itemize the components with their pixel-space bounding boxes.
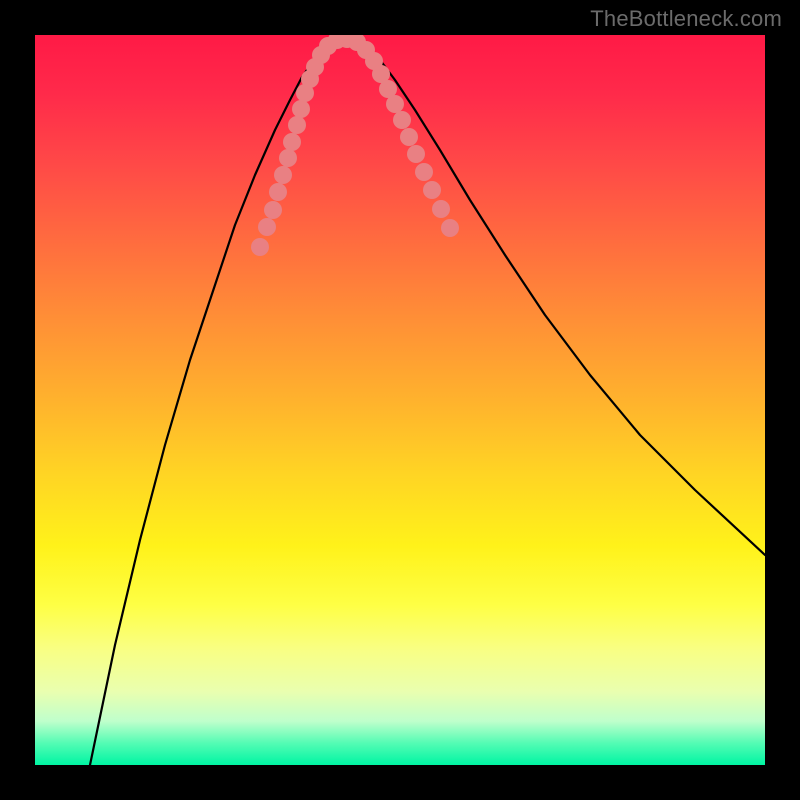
highlight-dot [283, 133, 301, 151]
bottleneck-curve [90, 38, 765, 765]
highlight-dot [269, 183, 287, 201]
highlight-dot [292, 100, 310, 118]
chart-frame: TheBottleneck.com [0, 0, 800, 800]
highlight-dot [258, 218, 276, 236]
highlight-dot [386, 95, 404, 113]
highlight-dot [264, 201, 282, 219]
highlight-dot [441, 219, 459, 237]
highlight-dot [393, 111, 411, 129]
highlight-dot [423, 181, 441, 199]
plot-area [35, 35, 765, 765]
watermark-text: TheBottleneck.com [590, 6, 782, 32]
highlight-dot [407, 145, 425, 163]
highlight-dot [274, 166, 292, 184]
curve-layer [35, 35, 765, 765]
highlight-dot [432, 200, 450, 218]
highlight-dots [251, 35, 459, 256]
highlight-dot [400, 128, 418, 146]
highlight-dot [251, 238, 269, 256]
highlight-dot [415, 163, 433, 181]
highlight-dot [288, 116, 306, 134]
highlight-dot [279, 149, 297, 167]
